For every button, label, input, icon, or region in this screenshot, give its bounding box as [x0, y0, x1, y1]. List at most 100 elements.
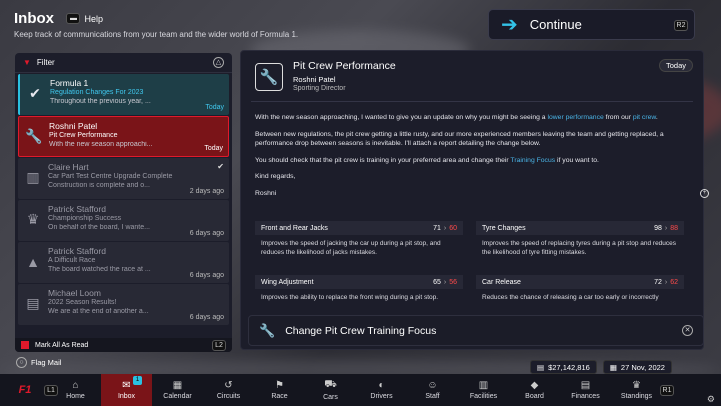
check-circle-icon: ✔ — [29, 85, 41, 101]
chevron-right-icon: › — [664, 224, 668, 232]
page-header: Inbox ▬ Help — [14, 10, 103, 28]
circuit-icon: ↺ — [224, 380, 233, 391]
page-subtitle: Keep track of communications from your t… — [14, 30, 299, 39]
message-panel: 🔧 Pit Crew Performance Roshni Patel Spor… — [240, 50, 704, 350]
divider — [251, 101, 693, 102]
change-training-focus-button[interactable]: 🔧 Change Pit Crew Training Focus ✕ — [248, 315, 704, 346]
cone-icon: ▲ — [26, 253, 40, 270]
mail-subject: A Difficult Race — [48, 257, 96, 264]
stat-new-value: 88 — [670, 224, 678, 232]
message-sender: Roshni Patel — [293, 75, 336, 84]
game-date: 27 Nov, 2022 — [620, 362, 665, 372]
mail-date: 6 days ago — [189, 272, 224, 279]
flag-icon: ⚑ — [275, 380, 284, 391]
mail-text: Patrick Stafford Championship Success On… — [48, 200, 229, 231]
staff-icon: ☺ — [427, 380, 438, 391]
mail-sender: Claire Hart — [48, 162, 89, 172]
nav-item-staff[interactable]: ☺ Staff — [407, 374, 458, 406]
nav-label: Inbox — [117, 393, 136, 400]
nav-item-finances[interactable]: ▤ Finances — [560, 374, 611, 406]
r1-key-icon: R1 — [660, 385, 674, 396]
nav-label: Staff — [425, 393, 440, 400]
stat-name: Car Release — [482, 278, 521, 286]
stat-header: Wing Adjustment 65 › 56 — [255, 275, 463, 289]
helmet-icon: ◐ — [378, 380, 385, 391]
nav-item-cars[interactable]: ⛟ Cars — [305, 374, 356, 406]
page-title: Inbox — [14, 10, 54, 28]
filter-label: Filter — [36, 58, 55, 67]
stat-new-value: 60 — [449, 224, 457, 232]
training-focus-link[interactable]: Training Focus — [510, 157, 555, 164]
wrench-icon: 🔧 — [255, 63, 283, 91]
nav-label: Cars — [323, 394, 338, 401]
date-chip: ▦ 27 Nov, 2022 — [602, 360, 672, 374]
mail-subject: Regulation Changes For 2023 — [50, 89, 144, 96]
nav-item-race[interactable]: ⚑ Race — [254, 374, 305, 406]
nav-item-calendar[interactable]: ▦ Calendar — [152, 374, 203, 406]
nav-item-home[interactable]: ⌂ Home — [50, 374, 101, 406]
mail-text: Formula 1 Regulation Changes For 2023 Th… — [50, 74, 229, 105]
unread-badge: 1 — [133, 376, 142, 385]
flag-mail-button[interactable]: ○ Flag Mail — [16, 357, 61, 368]
lower-performance-link[interactable]: lower performance — [547, 114, 603, 121]
pit-crew-link[interactable]: pit crew — [633, 114, 656, 121]
f1-logo: F1 — [18, 384, 32, 396]
nav-label: Drivers — [370, 393, 393, 400]
stat-description: Improves the speed of jacking the car up… — [261, 240, 441, 256]
mail-item[interactable]: ▤ Michael Loom 2022 Season Results! We a… — [18, 284, 229, 325]
circle-key-icon: ○ — [16, 357, 27, 368]
nav-item-drivers[interactable]: ◐ Drivers — [356, 374, 407, 406]
scroll-indicator-icon[interactable]: + — [700, 189, 709, 198]
mail-subject: Championship Success — [48, 215, 122, 222]
mail-item[interactable]: ▲ Patrick Stafford A Difficult Race The … — [18, 242, 229, 283]
nav-item-inbox[interactable]: ✉ Inbox 1 — [101, 374, 152, 406]
nav-label: Board — [525, 393, 544, 400]
nav-label: Standings — [620, 393, 653, 400]
cross-key-icon: ✕ — [682, 325, 693, 336]
mail-item[interactable]: ♛ Patrick Stafford Championship Success … — [18, 200, 229, 241]
mail-preview: Throughout the previous year, ... — [50, 98, 151, 105]
r2-key-icon: R2 — [674, 20, 688, 31]
filter-bar[interactable]: ▼ Filter △ — [15, 53, 232, 73]
stat-card: Wing Adjustment 65 › 56 Improves the abi… — [255, 275, 463, 317]
message-body: With the new season approaching, I wante… — [255, 113, 695, 206]
text-span: With the new season approaching, I wante… — [255, 114, 548, 121]
continue-button[interactable]: ➔ Continue R2 — [488, 9, 695, 40]
continue-label: Continue — [529, 17, 582, 32]
mark-all-read-button[interactable]: Mark All As Read L2 — [15, 338, 232, 352]
nav-label: Race — [271, 393, 288, 400]
mail-text: Patrick Stafford A Difficult Race The bo… — [48, 242, 229, 273]
mail-text: Michael Loom 2022 Season Results! We are… — [48, 284, 229, 315]
mail-item[interactable]: ▥ Claire Hart Car Part Test Centre Upgra… — [18, 158, 229, 199]
nav-item-board[interactable]: ◆ Board — [509, 374, 560, 406]
car-icon: ⛟ — [324, 379, 337, 390]
nav-items: ⌂ Home ✉ Inbox 1 ▦ Calendar ↺ Circuits ⚑ … — [50, 374, 662, 406]
message-paragraph: With the new season approaching, I wante… — [255, 113, 695, 123]
mail-sender: Roshni Patel — [49, 121, 98, 131]
board-icon: ◆ — [530, 380, 539, 391]
stat-new-value: 56 — [449, 278, 457, 286]
stat-old-value: 72 — [654, 278, 662, 286]
message-paragraph: Between new regulations, the pit crew ge… — [255, 130, 664, 148]
mark-all-read-label: Mark All As Read — [35, 341, 89, 349]
gear-icon[interactable]: ⚙ — [707, 394, 715, 405]
mark-read-icon — [21, 341, 29, 349]
nav-item-circuits[interactable]: ↺ Circuits — [203, 374, 254, 406]
message-paragraph: You should check that the pit crew is tr… — [255, 156, 695, 166]
message-title: Pit Crew Performance — [293, 60, 396, 72]
nav-item-standings[interactable]: ♛ Standings — [611, 374, 662, 406]
building-icon: ▥ — [26, 169, 40, 185]
mail-item[interactable]: ✔ Formula 1 Regulation Changes For 2023 … — [18, 74, 229, 115]
info-bar: ▤ $27,142,816 ▦ 27 Nov, 2022 — [530, 360, 672, 374]
message-signature: Roshni — [255, 189, 277, 197]
message-date-badge: Today — [658, 59, 693, 72]
nav-item-facilities[interactable]: ▥ Facilities — [458, 374, 509, 406]
mail-sender: Formula 1 — [50, 78, 89, 88]
change-training-focus-label: Change Pit Crew Training Focus — [285, 324, 437, 337]
filter-icon: ▼ — [23, 58, 31, 67]
help-button[interactable]: ▬ Help — [66, 13, 103, 25]
mail-subject: 2022 Season Results! — [48, 299, 117, 306]
mail-item[interactable]: 🔧 Roshni Patel Pit Crew Performance With… — [18, 116, 229, 157]
wrench-icon: 🔧 — [25, 128, 43, 144]
text-span: . — [655, 114, 658, 121]
